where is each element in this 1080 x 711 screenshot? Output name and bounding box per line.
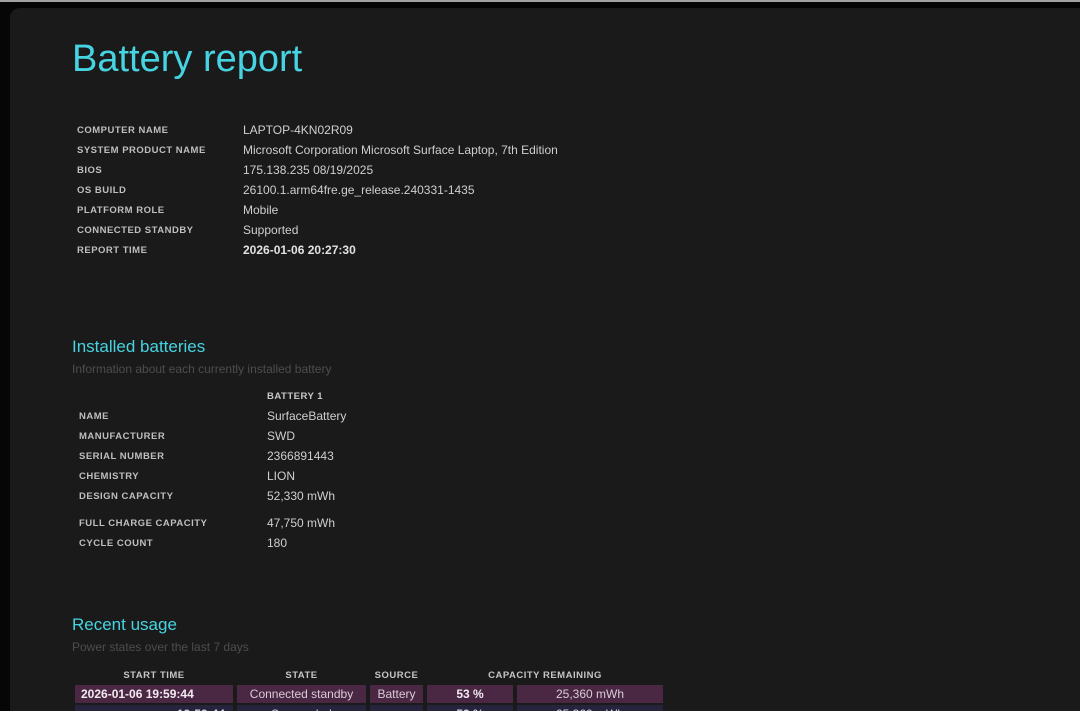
battery-report-page: Battery report COMPUTER NAME LAPTOP-4KN0… — [10, 8, 1080, 711]
battery-label: CYCLE COUNT — [79, 538, 267, 549]
cell-state: Connected standby — [237, 685, 366, 703]
battery-row-manufacturer: MANUFACTURER SWD — [79, 426, 346, 446]
battery-label: NAME — [79, 411, 267, 422]
recent-usage-table: START TIME STATE SOURCE CAPACITY REMAINI… — [75, 667, 663, 711]
recent-usage-header-row: START TIME STATE SOURCE CAPACITY REMAINI… — [75, 667, 663, 683]
info-value: LAPTOP-4KN02R09 — [243, 123, 558, 137]
info-value: Mobile — [243, 203, 558, 217]
battery-row-design-capacity: DESIGN CAPACITY 52,330 mWh — [79, 486, 346, 506]
battery-value: 47,750 mWh — [267, 516, 346, 530]
info-label: CONNECTED STANDBY — [77, 225, 243, 236]
cell-state: Suspended — [237, 705, 366, 711]
table-row: 2026-01-06 19:59:44 Connected standby Ba… — [75, 685, 663, 703]
recent-usage-section: Recent usage Power states over the last … — [72, 614, 663, 711]
battery-value: 2366891443 — [267, 449, 346, 463]
battery-value: 52,330 mWh — [267, 489, 346, 503]
battery-label: SERIAL NUMBER — [79, 451, 267, 462]
system-info-list: COMPUTER NAME LAPTOP-4KN02R09 SYSTEM PRO… — [77, 120, 558, 260]
battery-label: DESIGN CAPACITY — [79, 491, 267, 502]
info-row-platform-role: PLATFORM ROLE Mobile — [77, 200, 558, 220]
battery-row-chemistry: CHEMISTRY LION — [79, 466, 346, 486]
info-label: COMPUTER NAME — [77, 125, 243, 136]
info-value: 26100.1.arm64fre.ge_release.240331-1435 — [243, 183, 558, 197]
info-label: OS BUILD — [77, 185, 243, 196]
cell-source: Battery — [370, 685, 423, 703]
info-value: 175.138.235 08/19/2025 — [243, 163, 558, 177]
info-row-bios: BIOS 175.138.235 08/19/2025 — [77, 160, 558, 180]
battery-row-serial-number: SERIAL NUMBER 2366891443 — [79, 446, 346, 466]
cell-percent: 53 % — [427, 705, 513, 711]
window-top-edge — [0, 0, 1080, 2]
page-title: Battery report — [72, 38, 302, 80]
info-label: SYSTEM PRODUCT NAME — [77, 145, 243, 156]
battery-row-cycle-count: CYCLE COUNT 180 — [79, 533, 346, 553]
battery-row-name: NAME SurfaceBattery — [79, 406, 346, 426]
info-row-connected-standby: CONNECTED STANDBY Supported — [77, 220, 558, 240]
col-header-start-time: START TIME — [75, 667, 233, 683]
recent-usage-heading: Recent usage — [72, 614, 663, 636]
col-header-source: SOURCE — [370, 667, 423, 683]
cell-start-time: 19:59:44 — [75, 705, 233, 711]
table-row: 19:59:44 Suspended 53 % 25,360 mWh — [75, 705, 663, 711]
info-value: Microsoft Corporation Microsoft Surface … — [243, 143, 558, 157]
battery-details-table: BATTERY 1 NAME SurfaceBattery MANUFACTUR… — [79, 386, 346, 553]
battery-value: SurfaceBattery — [267, 409, 346, 423]
battery-value: SWD — [267, 429, 346, 443]
cell-percent: 53 % — [427, 685, 513, 703]
battery-value: 180 — [267, 536, 346, 550]
cell-source — [370, 705, 423, 711]
info-label: REPORT TIME — [77, 245, 243, 256]
cell-start-time: 2026-01-06 19:59:44 — [75, 685, 233, 703]
cell-mwh: 25,360 mWh — [517, 685, 663, 703]
info-row-os-build: OS BUILD 26100.1.arm64fre.ge_release.240… — [77, 180, 558, 200]
col-header-state: STATE — [237, 667, 366, 683]
battery-column-header-row: BATTERY 1 — [79, 386, 346, 406]
battery-row-full-charge-capacity: FULL CHARGE CAPACITY 47,750 mWh — [79, 513, 346, 533]
battery-value: LION — [267, 469, 346, 483]
battery-label: MANUFACTURER — [79, 431, 267, 442]
info-row-computer-name: COMPUTER NAME LAPTOP-4KN02R09 — [77, 120, 558, 140]
battery-1-column-header: BATTERY 1 — [267, 391, 346, 402]
info-label: PLATFORM ROLE — [77, 205, 243, 216]
cell-mwh: 25,360 mWh — [517, 705, 663, 711]
recent-usage-subtitle: Power states over the last 7 days — [72, 639, 663, 655]
info-row-system-product-name: SYSTEM PRODUCT NAME Microsoft Corporatio… — [77, 140, 558, 160]
info-value: Supported — [243, 223, 558, 237]
col-header-capacity-remaining: CAPACITY REMAINING — [427, 667, 663, 683]
battery-label: CHEMISTRY — [79, 471, 267, 482]
installed-batteries-section: Installed batteries Information about ea… — [72, 336, 346, 553]
report-time-value: 2026-01-06 20:27:30 — [243, 243, 558, 257]
info-row-report-time: REPORT TIME 2026-01-06 20:27:30 — [77, 240, 558, 260]
installed-batteries-heading: Installed batteries — [72, 336, 346, 358]
battery-label: FULL CHARGE CAPACITY — [79, 518, 267, 529]
info-label: BIOS — [77, 165, 243, 176]
installed-batteries-subtitle: Information about each currently install… — [72, 361, 346, 377]
